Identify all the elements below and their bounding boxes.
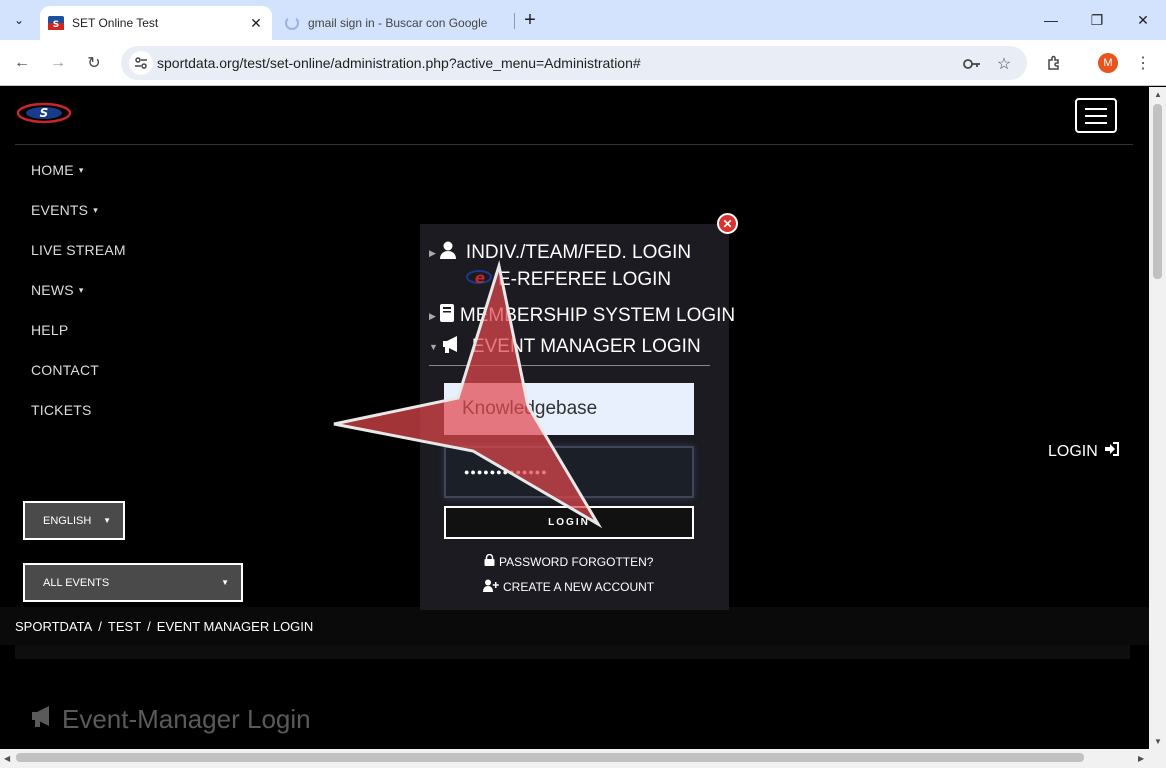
- reload-button[interactable]: ↻: [80, 49, 108, 77]
- menu-item-news[interactable]: NEWS ▾: [31, 282, 126, 322]
- login-link[interactable]: LOGIN: [1048, 442, 1120, 461]
- restore-button[interactable]: ❐: [1074, 0, 1120, 40]
- caret-down-icon: ▼: [221, 578, 229, 587]
- create-account-link[interactable]: CREATE A NEW ACCOUNT: [483, 579, 654, 595]
- caret-down-icon: ▾: [78, 165, 84, 175]
- option-ereferee-login[interactable]: e E-REFEREE LOGIN: [466, 267, 671, 293]
- caret-down-icon: ▼: [429, 342, 438, 352]
- breadcrumb-item[interactable]: TEST: [108, 619, 141, 634]
- svg-text:e: e: [475, 269, 485, 287]
- password-key-icon[interactable]: [961, 53, 983, 75]
- breadcrumb: SPORTDATA / TEST / EVENT MANAGER LOGIN: [0, 607, 1149, 645]
- horizontal-scroll-thumb[interactable]: [16, 753, 1084, 762]
- url-text: sportdata.org/test/set-online/administra…: [157, 55, 641, 71]
- bookmark-star-icon[interactable]: ☆: [993, 53, 1015, 75]
- breadcrumb-item[interactable]: SPORTDATA: [15, 619, 92, 634]
- back-button[interactable]: ←: [8, 49, 36, 77]
- option-indiv-login[interactable]: ▶ INDIV./TEAM/FED. LOGIN: [429, 241, 691, 265]
- tab-title: gmail sign in - Buscar con Google: [308, 16, 488, 30]
- book-icon: [439, 304, 454, 328]
- arrow-right-icon: →: [50, 54, 66, 71]
- new-tab-button[interactable]: +: [518, 8, 542, 32]
- menu-item-help[interactable]: HELP: [31, 322, 126, 362]
- option-membership-login[interactable]: ▶ MEMBERSHIP SYSTEM LOGIN: [429, 304, 735, 328]
- extensions-icon[interactable]: [1042, 51, 1066, 75]
- page-title: Event-Manager Login: [30, 704, 311, 735]
- modal-divider: [429, 365, 710, 366]
- caret-right-icon: ▶: [429, 247, 436, 258]
- modal-close-button[interactable]: ✕: [717, 213, 738, 234]
- menu-item-events[interactable]: EVENTS ▾: [31, 202, 126, 242]
- address-bar[interactable]: sportdata.org/test/set-online/administra…: [121, 46, 1027, 80]
- close-icon: ✕: [1137, 11, 1149, 28]
- nav-divider: [15, 144, 1133, 145]
- lock-icon: [484, 553, 495, 569]
- forward-button[interactable]: →: [44, 49, 72, 77]
- caret-down-icon: ▾: [78, 285, 84, 295]
- language-dropdown[interactable]: ENGLISH ▼: [23, 501, 125, 540]
- vertical-scroll-thumb[interactable]: [1153, 104, 1162, 279]
- e-referee-icon: e: [466, 267, 492, 293]
- arrow-left-icon: ←: [14, 54, 30, 71]
- svg-text:S: S: [40, 106, 49, 120]
- megaphone-icon: [442, 335, 462, 359]
- svg-text:S: S: [53, 20, 59, 30]
- menu-item-home[interactable]: HOME ▾: [31, 162, 126, 202]
- tab-inactive[interactable]: gmail sign in - Buscar con Google: [276, 6, 514, 40]
- login-submit-button[interactable]: LOGIN: [444, 506, 694, 539]
- password-forgotten-link[interactable]: PASSWORD FORGOTTEN?: [484, 553, 653, 569]
- minimize-icon: —: [1044, 12, 1058, 28]
- minimize-button[interactable]: —: [1028, 0, 1074, 40]
- chevron-down-icon: ⌄: [13, 13, 25, 27]
- tab-title: SET Online Test: [72, 16, 159, 30]
- tab-separator: [514, 13, 515, 29]
- site-info-icon[interactable]: [129, 51, 153, 75]
- close-tab-icon[interactable]: ✕: [246, 13, 266, 33]
- scroll-down-arrow[interactable]: ▼: [1154, 737, 1162, 746]
- scroll-right-arrow[interactable]: ▶: [1138, 754, 1144, 763]
- caret-right-icon: ▶: [429, 310, 436, 321]
- main-menu: HOME ▾ EVENTS ▾ LIVE STREAM NEWS ▾ HELP CON…: [31, 162, 126, 442]
- site-favicon-icon: S: [48, 15, 64, 31]
- caret-down-icon: ▼: [103, 516, 111, 525]
- caret-down-icon: ▾: [93, 205, 98, 215]
- tab-search-button[interactable]: ⌄: [6, 7, 32, 33]
- option-eventmanager-login[interactable]: ▼ EVENT MANAGER LOGIN: [429, 335, 701, 359]
- scroll-up-arrow[interactable]: ▲: [1154, 90, 1162, 99]
- password-input[interactable]: ●●●●●●●●●●●●●: [444, 446, 694, 498]
- user-plus-icon: [483, 579, 499, 595]
- restore-icon: ❐: [1090, 11, 1104, 28]
- close-icon: ✕: [722, 216, 733, 231]
- sign-in-icon: [1104, 442, 1120, 461]
- events-filter-dropdown[interactable]: ALL EVENTS ▼: [23, 563, 243, 602]
- menu-item-live-stream[interactable]: LIVE STREAM: [31, 242, 126, 282]
- plus-icon: +: [524, 8, 536, 31]
- browser-menu-icon[interactable]: ⋮: [1131, 51, 1155, 75]
- reload-icon: ↻: [87, 55, 101, 72]
- megaphone-icon: [30, 704, 56, 735]
- user-icon: [439, 241, 456, 265]
- close-window-button[interactable]: ✕: [1120, 0, 1166, 40]
- menu-item-contact[interactable]: CONTACT: [31, 362, 126, 402]
- menu-item-tickets[interactable]: TICKETS: [31, 402, 126, 442]
- profile-avatar[interactable]: M: [1098, 53, 1118, 73]
- username-input[interactable]: Knowledgebase: [444, 383, 694, 435]
- tab-strip: ⌄ S SET Online Test ✕ gmail sign in - Bu…: [0, 0, 1166, 40]
- hamburger-menu-button[interactable]: [1075, 98, 1117, 133]
- browser-toolbar: ← → ↻ sportdata.org/test/set-online/admi…: [0, 40, 1166, 86]
- scroll-left-arrow[interactable]: ◀: [4, 754, 10, 763]
- tab-active[interactable]: S SET Online Test ✕: [40, 6, 272, 40]
- sportdata-logo[interactable]: S: [16, 101, 72, 125]
- breadcrumb-item: EVENT MANAGER LOGIN: [156, 618, 314, 634]
- loading-spinner-icon: [284, 15, 300, 31]
